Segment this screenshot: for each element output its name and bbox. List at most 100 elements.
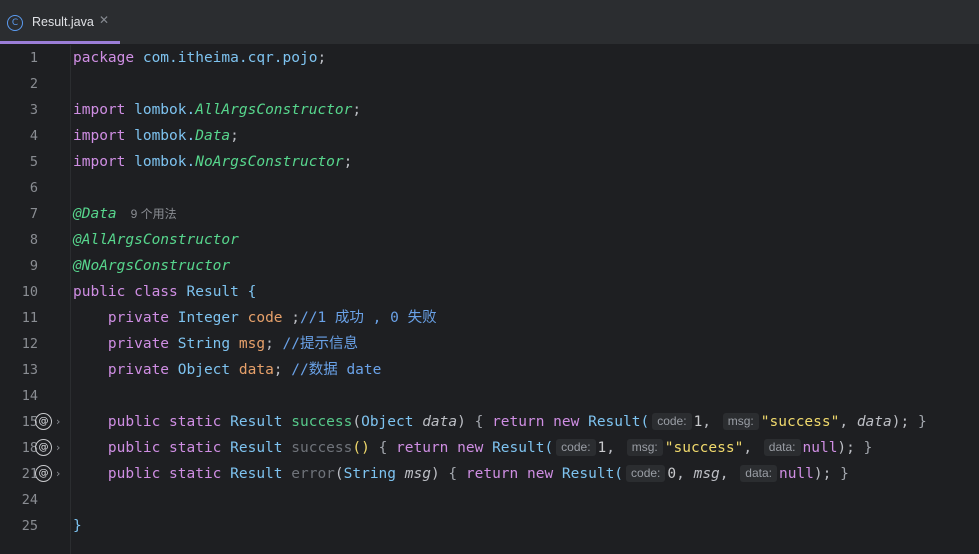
package-name: lombok. <box>125 102 196 118</box>
keyword: private <box>107 336 178 352</box>
semicolon: ; <box>291 310 300 326</box>
comment: //1 成功 , 0 失败 <box>300 310 437 326</box>
close-icon[interactable]: ✕ <box>99 13 109 27</box>
comma: , <box>839 414 857 430</box>
class-name: Result <box>186 284 248 300</box>
arg-value: 1 <box>693 414 703 430</box>
semicolon: ; <box>265 336 283 352</box>
imported-class: NoArgsConstructor <box>195 154 344 170</box>
gutter-icons: @ › <box>35 461 60 487</box>
line-number: 21 <box>21 466 38 482</box>
package-name: com.itheima.cqr.pojo <box>134 50 318 66</box>
string-literal: "success" <box>664 440 744 456</box>
code-line: 9 @NoArgsConstructor <box>0 253 979 279</box>
tab-filename: Result.java <box>32 15 94 29</box>
code-line: 24 <box>0 487 979 513</box>
comma: , <box>676 466 694 482</box>
constructor-call: Result( <box>588 414 650 430</box>
keyword: return new <box>492 414 589 430</box>
param-hint: data: <box>763 439 801 456</box>
keyword: import <box>73 128 126 144</box>
keyword: package <box>73 50 135 66</box>
code-line: 2 <box>0 71 979 97</box>
paren-close: ) <box>457 414 475 430</box>
line-number: 8 <box>29 232 38 248</box>
usages-hint[interactable]: 9 个用法 <box>131 207 177 221</box>
keyword: private <box>107 310 178 326</box>
type-name: Integer <box>177 310 248 326</box>
return-type: Result <box>230 414 292 430</box>
line-number: 1 <box>29 50 38 66</box>
param-hint: data: <box>740 465 777 482</box>
editor-tab-bar: C Result.java ✕ <box>0 0 979 45</box>
package-name: lombok. <box>125 154 196 170</box>
arg-value: 0 <box>667 466 677 482</box>
param-hint: code: <box>626 465 666 482</box>
code-text: import lombok.NoArgsConstructor; <box>73 149 352 175</box>
param-hint: code: <box>652 413 692 430</box>
line-number: 15 <box>21 414 38 430</box>
fold-chevron-icon[interactable]: › <box>56 461 60 487</box>
code-line: 10 public class Result { <box>0 279 979 305</box>
code-line: 15 @ › public static Result success(Objec… <box>0 409 979 435</box>
keyword: return new <box>465 466 562 482</box>
line-number: 25 <box>21 518 38 534</box>
line-number: 11 <box>21 310 38 326</box>
parens: () <box>352 440 379 456</box>
return-type: Result <box>230 466 292 482</box>
code-text: import lombok.Data; <box>73 123 239 149</box>
code-line: 11 private Integer code ;//1 成功 , 0 失败 <box>0 305 979 331</box>
param-type: Object <box>361 414 423 430</box>
null-literal: null <box>778 466 814 482</box>
open-brace: { <box>474 414 493 430</box>
gutter-icons: @ › <box>35 435 60 461</box>
code-line: 21 @ › public static Result error(String … <box>0 461 979 487</box>
keyword: public static <box>107 466 231 482</box>
code-text: private String msg; //提示信息 <box>73 331 358 357</box>
implemented-method-icon[interactable]: @ <box>35 438 52 456</box>
arg-value: msg <box>693 466 720 482</box>
keyword: public static <box>107 440 231 456</box>
class-icon: C <box>7 15 23 31</box>
param-hint: msg: <box>626 439 663 456</box>
type-name: Object <box>177 362 239 378</box>
line-number: 7 <box>29 206 38 222</box>
keyword: public static <box>107 414 231 430</box>
code-line: 5 import lombok.NoArgsConstructor; <box>0 149 979 175</box>
param-type: String <box>343 466 405 482</box>
implemented-method-icon[interactable]: @ <box>35 464 52 482</box>
call-close: ); <box>837 440 864 456</box>
paren-open: ( <box>352 414 362 430</box>
param-name: data <box>422 414 458 430</box>
close-brace: } <box>840 466 849 482</box>
code-text: import lombok.AllArgsConstructor; <box>73 97 361 123</box>
gutter-icons: @ › <box>35 409 60 435</box>
tab-result-java[interactable]: C Result.java ✕ <box>0 0 120 44</box>
line-number: 13 <box>21 362 38 378</box>
code-text: } <box>73 513 82 539</box>
implemented-method-icon[interactable]: @ <box>35 412 52 430</box>
code-line: 12 private String msg; //提示信息 <box>0 331 979 357</box>
comment: //提示信息 <box>282 336 359 352</box>
code-editor[interactable]: 1 package com.itheima.cqr.pojo; 2 3 impo… <box>0 45 979 554</box>
close-brace: } <box>73 518 82 534</box>
code-line: 4 import lombok.Data; <box>0 123 979 149</box>
fold-chevron-icon[interactable]: › <box>56 435 60 461</box>
keyword: import <box>73 102 126 118</box>
arg-value: data <box>856 414 892 430</box>
semicolon: ; <box>343 154 353 170</box>
code-text: public static Result error(String msg) {… <box>73 461 849 487</box>
type-name: String <box>177 336 239 352</box>
code-text: @Data 9 个用法 <box>73 201 177 227</box>
call-close: ); <box>891 414 918 430</box>
constructor-call: Result( <box>492 440 554 456</box>
code-line: 8 @AllArgsConstructor <box>0 227 979 253</box>
fold-chevron-icon[interactable]: › <box>56 409 60 435</box>
constructor-call: Result( <box>561 466 624 482</box>
paren-open: ( <box>334 466 344 482</box>
code-text: @NoArgsConstructor <box>73 253 230 279</box>
